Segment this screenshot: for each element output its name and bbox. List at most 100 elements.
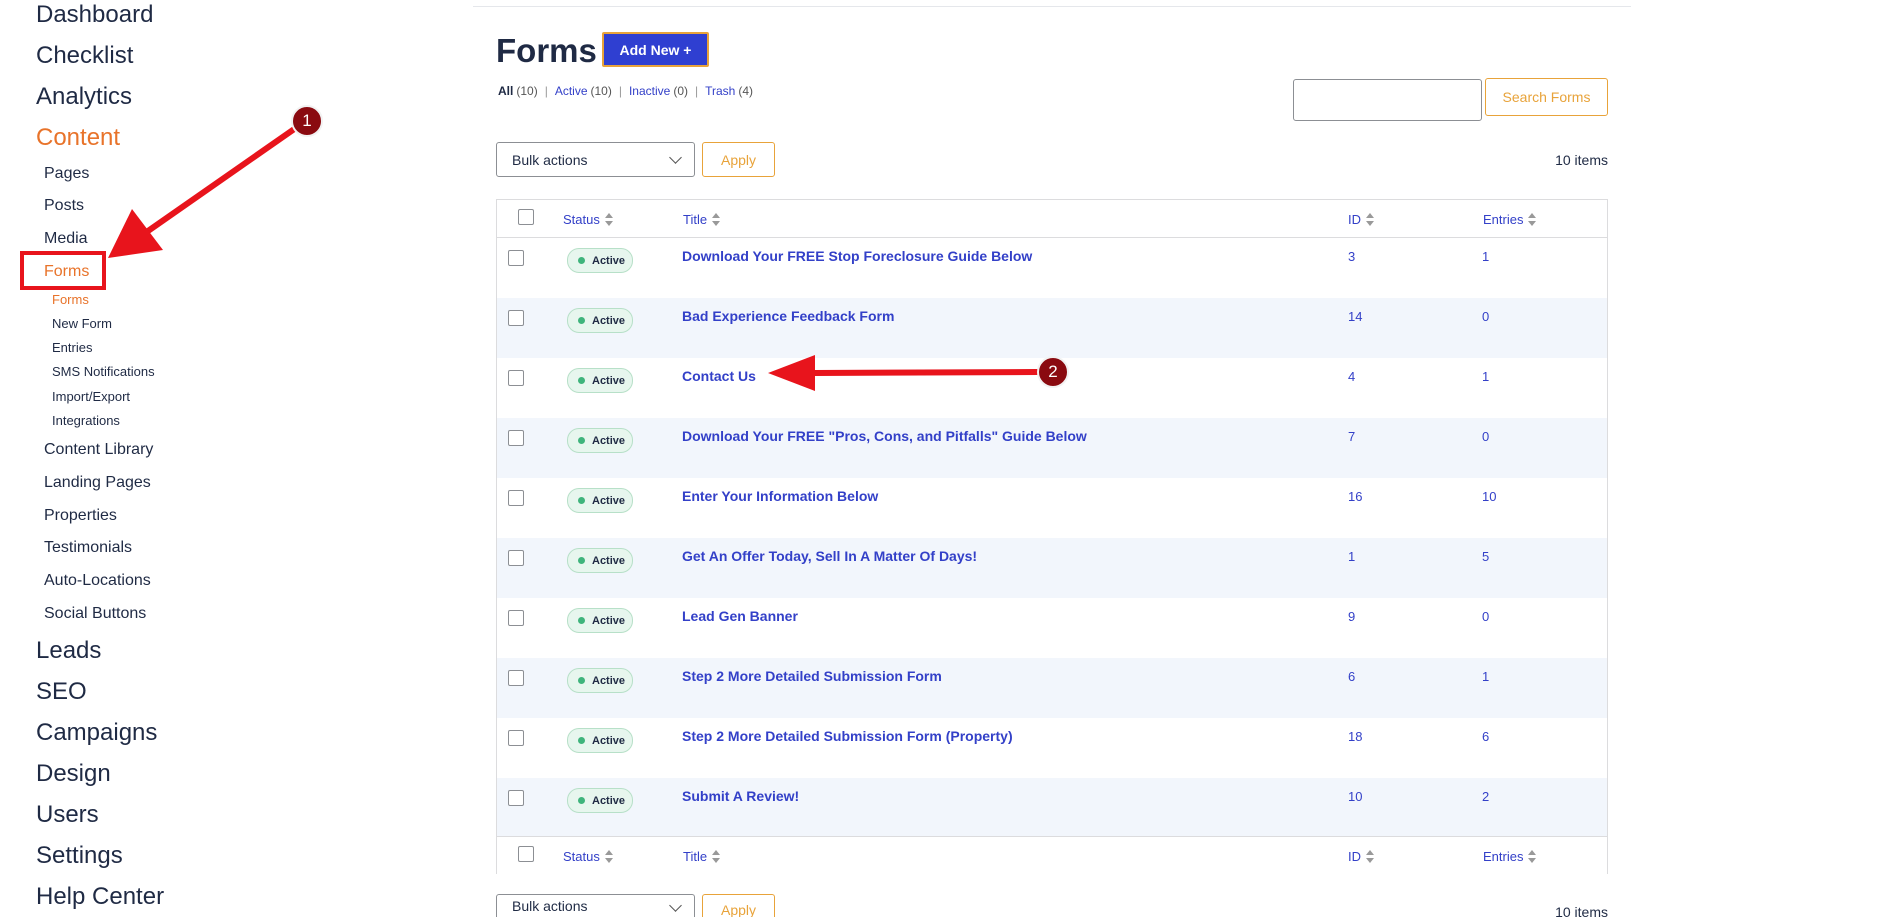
sidebar-item-content-library[interactable]: Content Library — [44, 442, 153, 458]
form-entries-link[interactable]: 6 — [1482, 729, 1489, 744]
status-badge: Active — [567, 608, 633, 633]
column-entries-footer[interactable]: Entries — [1483, 849, 1537, 864]
table-row: Active Bad Experience Feedback Form 14 0 — [497, 298, 1607, 358]
sidebar-item-landing-pages[interactable]: Landing Pages — [44, 475, 151, 491]
sidebar-item-media[interactable]: Media — [44, 231, 88, 247]
filter-active[interactable]: Active — [555, 84, 588, 98]
column-id-footer[interactable]: ID — [1348, 849, 1374, 864]
row-checkbox[interactable] — [508, 430, 524, 446]
sidebar-item-campaigns[interactable]: Campaigns — [36, 721, 157, 745]
table-row: Active Download Your FREE "Pros, Cons, a… — [497, 418, 1607, 478]
sidebar-item-dashboard[interactable]: Dashboard — [36, 3, 153, 27]
sidebar-item-posts[interactable]: Posts — [44, 198, 84, 214]
sidebar-item-testimonials[interactable]: Testimonials — [44, 540, 132, 556]
row-checkbox[interactable] — [508, 610, 524, 626]
filter-all[interactable]: All — [498, 84, 513, 98]
column-status-label: Status — [563, 212, 600, 227]
sidebar-subitem-new-form[interactable]: New Form — [52, 317, 112, 330]
filter-trash[interactable]: Trash — [705, 84, 735, 98]
apply-button[interactable]: Apply — [702, 142, 775, 177]
sidebar-item-leads[interactable]: Leads — [36, 639, 101, 663]
sidebar-item-social-buttons[interactable]: Social Buttons — [44, 606, 146, 622]
filter-separator: | — [695, 84, 699, 98]
row-checkbox[interactable] — [508, 670, 524, 686]
sidebar-subitem-entries[interactable]: Entries — [52, 341, 92, 354]
apply-button-bottom[interactable]: Apply — [702, 894, 775, 917]
row-checkbox[interactable] — [508, 550, 524, 566]
sidebar-item-pages[interactable]: Pages — [44, 166, 89, 182]
table-header: Status Title ID Entries — [497, 200, 1607, 238]
form-entries-link[interactable]: 0 — [1482, 309, 1489, 324]
form-title-link[interactable]: Lead Gen Banner — [682, 608, 798, 624]
sort-icon — [1366, 849, 1374, 864]
column-status-footer[interactable]: Status — [563, 849, 613, 864]
bulk-actions-value: Bulk actions — [512, 898, 588, 914]
add-new-button[interactable]: Add New + — [602, 32, 709, 67]
form-title-link[interactable]: Bad Experience Feedback Form — [682, 308, 894, 324]
filter-inactive[interactable]: Inactive — [629, 84, 670, 98]
form-entries-link[interactable]: 0 — [1482, 429, 1489, 444]
table-row: Active Lead Gen Banner 9 0 — [497, 598, 1607, 658]
form-id: 4 — [1348, 369, 1356, 384]
sidebar-item-properties[interactable]: Properties — [44, 508, 117, 524]
form-title-link[interactable]: Get An Offer Today, Sell In A Matter Of … — [682, 548, 977, 564]
sidebar-item-analytics[interactable]: Analytics — [36, 85, 132, 109]
form-title-link[interactable]: Step 2 More Detailed Submission Form (Pr… — [682, 728, 1013, 744]
select-all-checkbox-footer[interactable] — [518, 846, 534, 862]
column-id[interactable]: ID — [1348, 212, 1374, 227]
form-title-link[interactable]: Contact Us — [682, 368, 756, 384]
column-title[interactable]: Title — [683, 212, 721, 227]
form-title-link[interactable]: Download Your FREE Stop Foreclosure Guid… — [682, 248, 1032, 264]
sort-icon — [712, 849, 721, 864]
sidebar-item-seo[interactable]: SEO — [36, 680, 87, 704]
column-title-label: Title — [683, 212, 708, 227]
row-checkbox[interactable] — [508, 370, 524, 386]
form-entries-link[interactable]: 10 — [1482, 489, 1496, 504]
sidebar-item-settings[interactable]: Settings — [36, 844, 123, 868]
row-checkbox[interactable] — [508, 790, 524, 806]
search-forms-button[interactable]: Search Forms — [1485, 78, 1608, 116]
status-badge: Active — [567, 548, 633, 573]
form-entries-link[interactable]: 1 — [1482, 369, 1489, 384]
sidebar-subitem-sms-notifications[interactable]: SMS Notifications — [52, 365, 155, 378]
search-input[interactable] — [1293, 79, 1482, 121]
form-id: 9 — [1348, 609, 1356, 624]
select-all-checkbox[interactable] — [518, 209, 534, 225]
form-id: 1 — [1348, 549, 1356, 564]
sidebar-subitem-forms[interactable]: Forms — [52, 293, 89, 306]
row-checkbox[interactable] — [508, 310, 524, 326]
sidebar-item-users[interactable]: Users — [36, 803, 99, 827]
bulk-actions-select[interactable]: Bulk actions — [496, 142, 695, 177]
status-badge: Active — [567, 248, 633, 273]
sidebar-subitem-integrations[interactable]: Integrations — [52, 414, 120, 427]
status-badge: Active — [567, 428, 633, 453]
form-entries-link[interactable]: 1 — [1482, 249, 1489, 264]
sidebar-item-design[interactable]: Design — [36, 762, 111, 786]
column-title-footer[interactable]: Title — [683, 849, 721, 864]
sort-icon — [1366, 212, 1374, 227]
column-status[interactable]: Status — [563, 212, 613, 227]
sidebar-item-content[interactable]: Content — [36, 126, 120, 150]
form-entries-link[interactable]: 5 — [1482, 549, 1489, 564]
form-title-link[interactable]: Submit A Review! — [682, 788, 799, 804]
table-row: Active Download Your FREE Stop Foreclosu… — [497, 238, 1607, 298]
form-title-link[interactable]: Download Your FREE "Pros, Cons, and Pitf… — [682, 428, 1087, 444]
row-checkbox[interactable] — [508, 490, 524, 506]
form-title-link[interactable]: Enter Your Information Below — [682, 488, 878, 504]
form-entries-link[interactable]: 1 — [1482, 669, 1489, 684]
sidebar-item-help-center[interactable]: Help Center — [36, 885, 164, 909]
table-row: Active Step 2 More Detailed Submission F… — [497, 658, 1607, 718]
column-entries[interactable]: Entries — [1483, 212, 1537, 227]
bulk-actions-select-bottom[interactable]: Bulk actions — [496, 894, 695, 917]
row-checkbox[interactable] — [508, 730, 524, 746]
form-entries-link[interactable]: 0 — [1482, 609, 1489, 624]
sidebar-item-checklist[interactable]: Checklist — [36, 44, 133, 68]
form-entries-link[interactable]: 2 — [1482, 789, 1489, 804]
sidebar-subitem-import-export[interactable]: Import/Export — [52, 390, 130, 403]
form-title-link[interactable]: Step 2 More Detailed Submission Form — [682, 668, 942, 684]
step-marker-1: 1 — [291, 105, 323, 137]
form-id: 16 — [1348, 489, 1363, 504]
table-row: Active Step 2 More Detailed Submission F… — [497, 718, 1607, 778]
sidebar-item-auto-locations[interactable]: Auto-Locations — [44, 573, 151, 589]
row-checkbox[interactable] — [508, 250, 524, 266]
